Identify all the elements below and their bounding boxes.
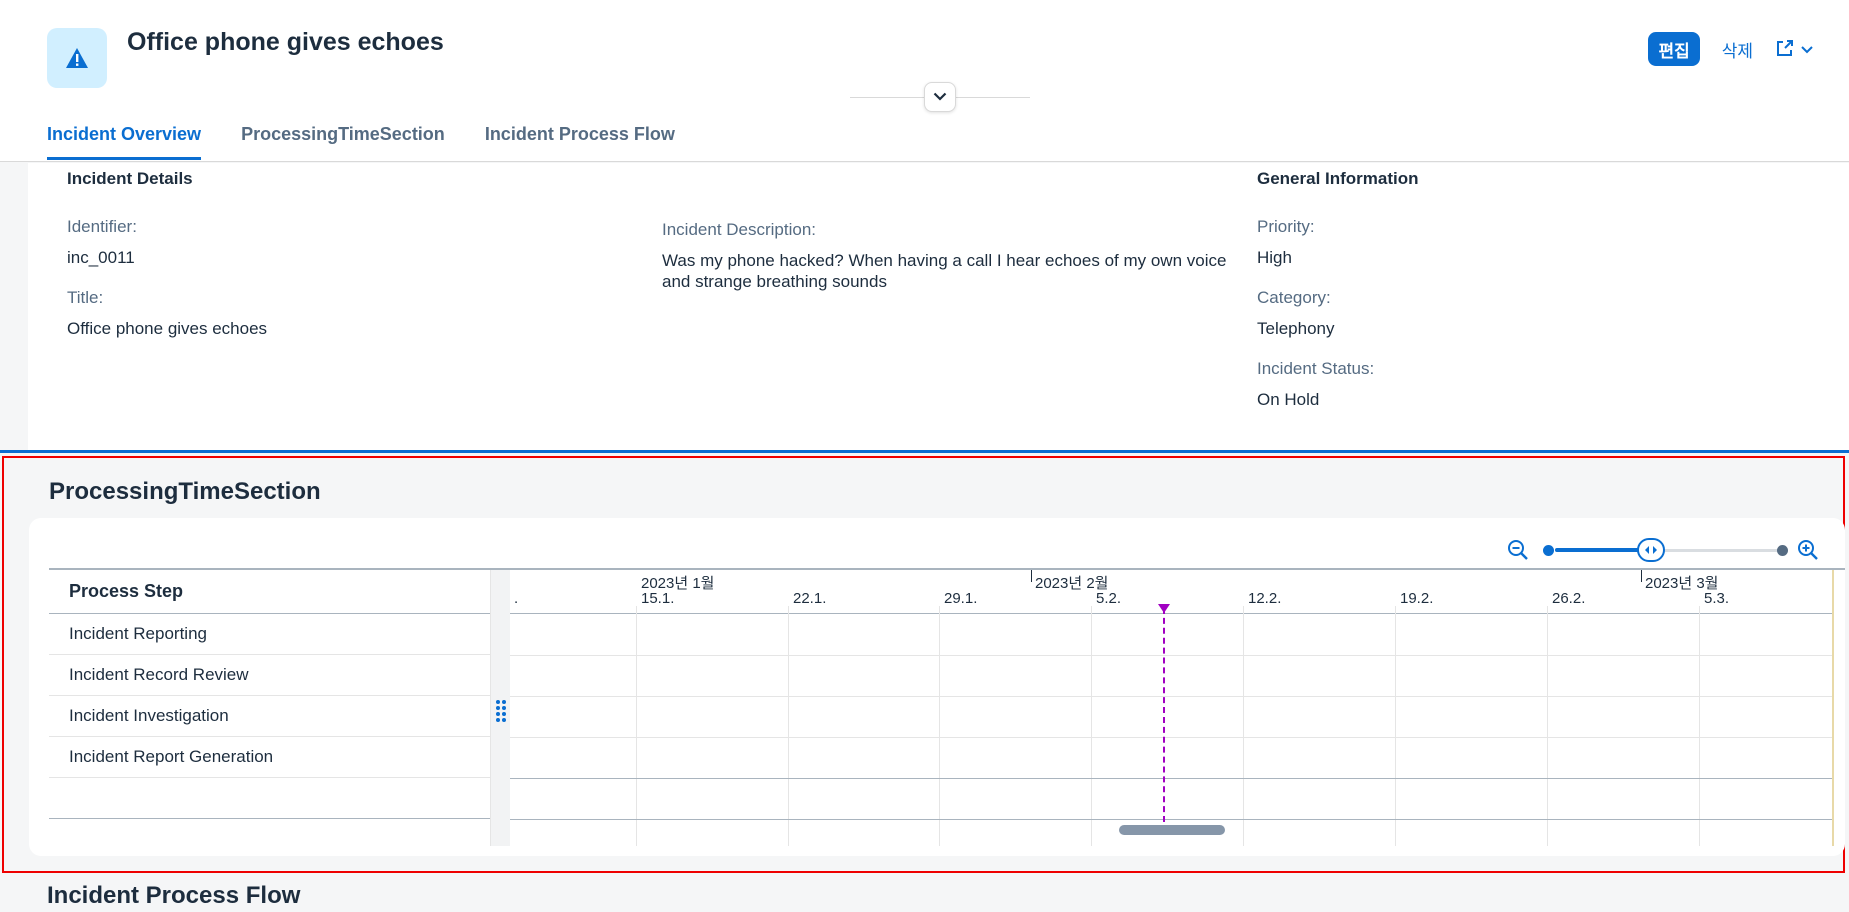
gantt-right-edge xyxy=(1832,570,1834,846)
gantt-chart[interactable]: 2023년 1월 2023년 2월 2023년 3월 . 15.1. 22.1.… xyxy=(510,570,1834,846)
grid-line xyxy=(636,606,637,846)
page-title: Office phone gives echoes xyxy=(127,28,444,56)
title-value: Office phone gives echoes xyxy=(67,319,268,338)
row-line xyxy=(510,696,1834,697)
processing-time-section: ProcessingTimeSection Process Step Incid… xyxy=(2,456,1845,873)
collapse-header-button[interactable] xyxy=(924,82,956,112)
table-row[interactable]: Incident Reporting xyxy=(49,614,490,655)
month-tick xyxy=(1641,570,1642,582)
table-row[interactable]: Incident Report Generation xyxy=(49,737,490,778)
category-value: Telephony xyxy=(1257,319,1335,338)
title-label: Title: xyxy=(67,288,104,307)
share-button[interactable] xyxy=(1775,38,1813,61)
chevron-down-icon xyxy=(933,88,947,106)
row-line xyxy=(510,737,1834,738)
header-actions: 편집 삭제 xyxy=(1648,32,1813,66)
splitter-grip-icon xyxy=(495,700,507,722)
tab-incident-overview[interactable]: Incident Overview xyxy=(47,124,202,160)
incident-overview-section: Incident Details Identifier: inc_0011 Ti… xyxy=(28,163,1849,450)
process-flow-section-title: Incident Process Flow xyxy=(47,882,301,909)
chevron-down-icon xyxy=(1801,42,1813,57)
section-tabs: Incident Overview ProcessingTimeSection … xyxy=(47,124,675,160)
general-information-title: General Information xyxy=(1257,169,1419,188)
status-label: Incident Status: xyxy=(1257,359,1375,378)
horizontal-scrollbar[interactable] xyxy=(1119,825,1225,835)
grid-line xyxy=(1699,606,1700,846)
section-divider xyxy=(0,450,1849,453)
tab-incident-process-flow[interactable]: Incident Process Flow xyxy=(485,124,675,160)
priority-label: Priority: xyxy=(1257,217,1315,236)
grid-line xyxy=(788,606,789,846)
week-label: 29.1. xyxy=(944,590,978,607)
week-label: 19.2. xyxy=(1400,590,1434,607)
incident-details-group: Incident Details Identifier: inc_0011 Ti… xyxy=(67,163,587,339)
table-chart-splitter[interactable] xyxy=(490,570,510,846)
grid-line xyxy=(1243,606,1244,846)
identifier-label: Identifier: xyxy=(67,217,137,236)
week-label: 5.3. xyxy=(1704,590,1730,607)
process-step-header: Process Step xyxy=(49,570,490,614)
incident-details-title: Incident Details xyxy=(67,169,193,188)
category-label: Category: xyxy=(1257,288,1331,307)
delete-button[interactable]: 삭제 xyxy=(1722,37,1753,62)
object-page-header: Office phone gives echoes 편집 삭제 Incident… xyxy=(0,0,1849,162)
grid-line xyxy=(1395,606,1396,846)
month-tick xyxy=(1031,570,1032,582)
alert-triangle-icon xyxy=(47,28,107,88)
edit-button[interactable]: 편집 xyxy=(1648,32,1700,66)
grid-line xyxy=(939,606,940,846)
week-label: 26.2. xyxy=(1552,590,1586,607)
table-row-empty xyxy=(49,778,490,819)
description-value: Was my phone hacked? When having a call … xyxy=(662,251,1227,291)
row-line xyxy=(510,655,1834,656)
zoom-min-dot xyxy=(1543,545,1554,556)
week-label: 5.2. xyxy=(1096,590,1122,607)
status-value: On Hold xyxy=(1257,390,1320,409)
week-label: . xyxy=(514,590,519,607)
today-line xyxy=(1163,608,1165,822)
table-row[interactable]: Incident Record Review xyxy=(49,655,490,696)
grid-line xyxy=(1091,606,1092,846)
zoom-max-dot xyxy=(1777,545,1788,556)
grid-line xyxy=(1547,606,1548,846)
table-row[interactable]: Incident Investigation xyxy=(49,696,490,737)
description-label: Incident Description: xyxy=(662,220,817,239)
timeline-header: 2023년 1월 2023년 2월 2023년 3월 . 15.1. 22.1.… xyxy=(510,570,1834,614)
priority-value: High xyxy=(1257,248,1292,267)
share-icon xyxy=(1775,38,1795,61)
tab-processing-time[interactable]: ProcessingTimeSection xyxy=(241,124,445,160)
week-label: 12.2. xyxy=(1248,590,1282,607)
incident-description-group: Incident Description: Was my phone hacke… xyxy=(662,192,1242,292)
gantt-card: Process Step Incident Reporting Incident… xyxy=(29,518,1845,856)
row-line xyxy=(510,819,1834,820)
process-step-table: Process Step Incident Reporting Incident… xyxy=(49,570,490,819)
week-label: 22.1. xyxy=(793,590,827,607)
zoom-in-icon[interactable] xyxy=(1797,539,1819,566)
general-information-group: General Information Priority: High Categ… xyxy=(1257,163,1777,410)
zoom-out-icon[interactable] xyxy=(1507,539,1529,566)
row-line xyxy=(510,778,1834,779)
identifier-value: inc_0011 xyxy=(67,248,135,267)
week-label: 15.1. xyxy=(641,590,675,607)
zoom-slider-handle[interactable] xyxy=(1637,538,1665,562)
processing-section-title: ProcessingTimeSection xyxy=(49,478,321,505)
zoom-control xyxy=(1507,536,1819,564)
